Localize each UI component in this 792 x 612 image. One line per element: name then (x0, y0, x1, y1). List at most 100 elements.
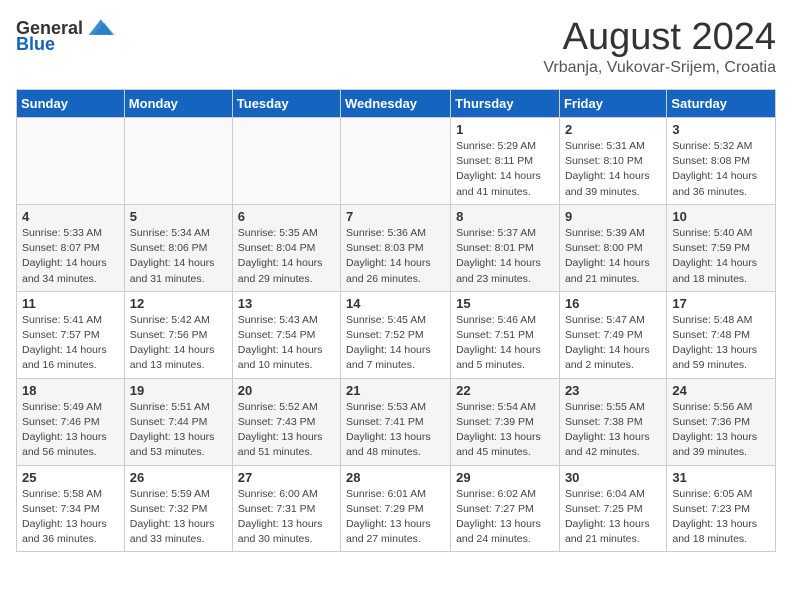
calendar-cell: 18 Sunrise: 5:49 AM Sunset: 7:46 PM Dayli… (17, 378, 125, 465)
day-number: 14 (346, 296, 445, 311)
weekday-header-wednesday: Wednesday (341, 90, 451, 118)
weekday-header-tuesday: Tuesday (232, 90, 340, 118)
calendar-cell: 9 Sunrise: 5:39 AM Sunset: 8:00 PM Daylig… (559, 204, 666, 291)
day-number: 10 (672, 209, 770, 224)
day-info: Sunrise: 6:01 AM Sunset: 7:29 PM Dayligh… (346, 487, 445, 548)
day-info: Sunrise: 5:42 AM Sunset: 7:56 PM Dayligh… (130, 313, 227, 374)
day-info: Sunrise: 5:53 AM Sunset: 7:41 PM Dayligh… (346, 400, 445, 461)
day-info: Sunrise: 5:49 AM Sunset: 7:46 PM Dayligh… (22, 400, 119, 461)
month-title: August 2024 (543, 16, 776, 59)
calendar-cell: 21 Sunrise: 5:53 AM Sunset: 7:41 PM Dayli… (341, 378, 451, 465)
weekday-header-monday: Monday (124, 90, 232, 118)
day-info: Sunrise: 5:33 AM Sunset: 8:07 PM Dayligh… (22, 226, 119, 287)
calendar-cell (17, 118, 125, 205)
calendar-week-4: 18 Sunrise: 5:49 AM Sunset: 7:46 PM Dayli… (17, 378, 776, 465)
day-number: 16 (565, 296, 661, 311)
calendar-cell: 29 Sunrise: 6:02 AM Sunset: 7:27 PM Dayli… (451, 465, 560, 552)
calendar-cell: 13 Sunrise: 5:43 AM Sunset: 7:54 PM Dayli… (232, 291, 340, 378)
day-info: Sunrise: 6:00 AM Sunset: 7:31 PM Dayligh… (238, 487, 335, 548)
day-info: Sunrise: 6:02 AM Sunset: 7:27 PM Dayligh… (456, 487, 554, 548)
day-number: 12 (130, 296, 227, 311)
day-number: 27 (238, 470, 335, 485)
weekday-header-saturday: Saturday (667, 90, 776, 118)
day-info: Sunrise: 5:34 AM Sunset: 8:06 PM Dayligh… (130, 226, 227, 287)
day-number: 29 (456, 470, 554, 485)
calendar-week-5: 25 Sunrise: 5:58 AM Sunset: 7:34 PM Dayli… (17, 465, 776, 552)
day-number: 24 (672, 383, 770, 398)
calendar-cell: 31Sunrise: 6:05 AM Sunset: 7:23 PM Dayli… (667, 465, 776, 552)
day-info: Sunrise: 5:45 AM Sunset: 7:52 PM Dayligh… (346, 313, 445, 374)
weekday-header-friday: Friday (559, 90, 666, 118)
day-number: 9 (565, 209, 661, 224)
calendar-cell: 4Sunrise: 5:33 AM Sunset: 8:07 PM Daylig… (17, 204, 125, 291)
day-info: Sunrise: 5:59 AM Sunset: 7:32 PM Dayligh… (130, 487, 227, 548)
day-number: 3 (672, 122, 770, 137)
day-number: 21 (346, 383, 445, 398)
day-number: 22 (456, 383, 554, 398)
day-info: Sunrise: 5:32 AM Sunset: 8:08 PM Dayligh… (672, 139, 770, 200)
calendar-cell: 30 Sunrise: 6:04 AM Sunset: 7:25 PM Dayli… (559, 465, 666, 552)
day-number: 13 (238, 296, 335, 311)
day-number: 1 (456, 122, 554, 137)
calendar-cell: 24Sunrise: 5:56 AM Sunset: 7:36 PM Dayli… (667, 378, 776, 465)
calendar-cell: 14 Sunrise: 5:45 AM Sunset: 7:52 PM Dayli… (341, 291, 451, 378)
calendar-cell: 23 Sunrise: 5:55 AM Sunset: 7:38 PM Dayli… (559, 378, 666, 465)
day-number: 28 (346, 470, 445, 485)
day-info: Sunrise: 5:52 AM Sunset: 7:43 PM Dayligh… (238, 400, 335, 461)
calendar-cell: 16 Sunrise: 5:47 AM Sunset: 7:49 PM Dayli… (559, 291, 666, 378)
calendar: SundayMondayTuesdayWednesdayThursdayFrid… (16, 89, 776, 552)
calendar-cell: 12 Sunrise: 5:42 AM Sunset: 7:56 PM Dayli… (124, 291, 232, 378)
day-info: Sunrise: 5:31 AM Sunset: 8:10 PM Dayligh… (565, 139, 661, 200)
day-info: Sunrise: 5:55 AM Sunset: 7:38 PM Dayligh… (565, 400, 661, 461)
day-number: 23 (565, 383, 661, 398)
calendar-cell: 26Sunrise: 5:59 AM Sunset: 7:32 PM Dayli… (124, 465, 232, 552)
day-info: Sunrise: 5:54 AM Sunset: 7:39 PM Dayligh… (456, 400, 554, 461)
weekday-header-row: SundayMondayTuesdayWednesdayThursdayFrid… (17, 90, 776, 118)
day-number: 5 (130, 209, 227, 224)
title-block: August 2024 Vrbanja, Vukovar-Srijem, Cro… (543, 16, 776, 77)
day-number: 15 (456, 296, 554, 311)
calendar-cell: 28 Sunrise: 6:01 AM Sunset: 7:29 PM Dayli… (341, 465, 451, 552)
day-info: Sunrise: 5:47 AM Sunset: 7:49 PM Dayligh… (565, 313, 661, 374)
page-header: General Blue August 2024 Vrbanja, Vukova… (16, 16, 776, 77)
calendar-cell: 17 Sunrise: 5:48 AM Sunset: 7:48 PM Dayli… (667, 291, 776, 378)
day-info: Sunrise: 5:43 AM Sunset: 7:54 PM Dayligh… (238, 313, 335, 374)
day-number: 31 (672, 470, 770, 485)
calendar-cell: 6Sunrise: 5:35 AM Sunset: 8:04 PM Daylig… (232, 204, 340, 291)
day-number: 8 (456, 209, 554, 224)
day-info: Sunrise: 5:41 AM Sunset: 7:57 PM Dayligh… (22, 313, 119, 374)
calendar-cell: 22 Sunrise: 5:54 AM Sunset: 7:39 PM Dayli… (451, 378, 560, 465)
day-info: Sunrise: 5:40 AM Sunset: 7:59 PM Dayligh… (672, 226, 770, 287)
day-info: Sunrise: 5:39 AM Sunset: 8:00 PM Dayligh… (565, 226, 661, 287)
day-number: 30 (565, 470, 661, 485)
day-info: Sunrise: 5:46 AM Sunset: 7:51 PM Dayligh… (456, 313, 554, 374)
calendar-cell: 19Sunrise: 5:51 AM Sunset: 7:44 PM Dayli… (124, 378, 232, 465)
day-number: 25 (22, 470, 119, 485)
day-number: 6 (238, 209, 335, 224)
location: Vrbanja, Vukovar-Srijem, Croatia (543, 59, 776, 77)
calendar-week-3: 11 Sunrise: 5:41 AM Sunset: 7:57 PM Dayli… (17, 291, 776, 378)
day-number: 17 (672, 296, 770, 311)
calendar-week-1: 1 Sunrise: 5:29 AM Sunset: 8:11 PM Daylig… (17, 118, 776, 205)
day-number: 18 (22, 383, 119, 398)
day-number: 11 (22, 296, 119, 311)
calendar-cell: 3 Sunrise: 5:32 AM Sunset: 8:08 PM Daylig… (667, 118, 776, 205)
day-number: 2 (565, 122, 661, 137)
day-info: Sunrise: 5:29 AM Sunset: 8:11 PM Dayligh… (456, 139, 554, 200)
calendar-cell: 7Sunrise: 5:36 AM Sunset: 8:03 PM Daylig… (341, 204, 451, 291)
calendar-cell: 1 Sunrise: 5:29 AM Sunset: 8:11 PM Daylig… (451, 118, 560, 205)
day-info: Sunrise: 5:58 AM Sunset: 7:34 PM Dayligh… (22, 487, 119, 548)
day-info: Sunrise: 5:48 AM Sunset: 7:48 PM Dayligh… (672, 313, 770, 374)
calendar-cell: 10 Sunrise: 5:40 AM Sunset: 7:59 PM Dayli… (667, 204, 776, 291)
calendar-cell: 2 Sunrise: 5:31 AM Sunset: 8:10 PM Daylig… (559, 118, 666, 205)
day-info: Sunrise: 6:04 AM Sunset: 7:25 PM Dayligh… (565, 487, 661, 548)
calendar-cell: 5 Sunrise: 5:34 AM Sunset: 8:06 PM Daylig… (124, 204, 232, 291)
weekday-header-sunday: Sunday (17, 90, 125, 118)
logo-blue: Blue (16, 34, 55, 55)
calendar-cell: 20Sunrise: 5:52 AM Sunset: 7:43 PM Dayli… (232, 378, 340, 465)
day-info: Sunrise: 5:37 AM Sunset: 8:01 PM Dayligh… (456, 226, 554, 287)
day-info: Sunrise: 5:36 AM Sunset: 8:03 PM Dayligh… (346, 226, 445, 287)
calendar-cell: 27 Sunrise: 6:00 AM Sunset: 7:31 PM Dayli… (232, 465, 340, 552)
calendar-cell: 8 Sunrise: 5:37 AM Sunset: 8:01 PM Daylig… (451, 204, 560, 291)
calendar-cell: 15 Sunrise: 5:46 AM Sunset: 7:51 PM Dayli… (451, 291, 560, 378)
